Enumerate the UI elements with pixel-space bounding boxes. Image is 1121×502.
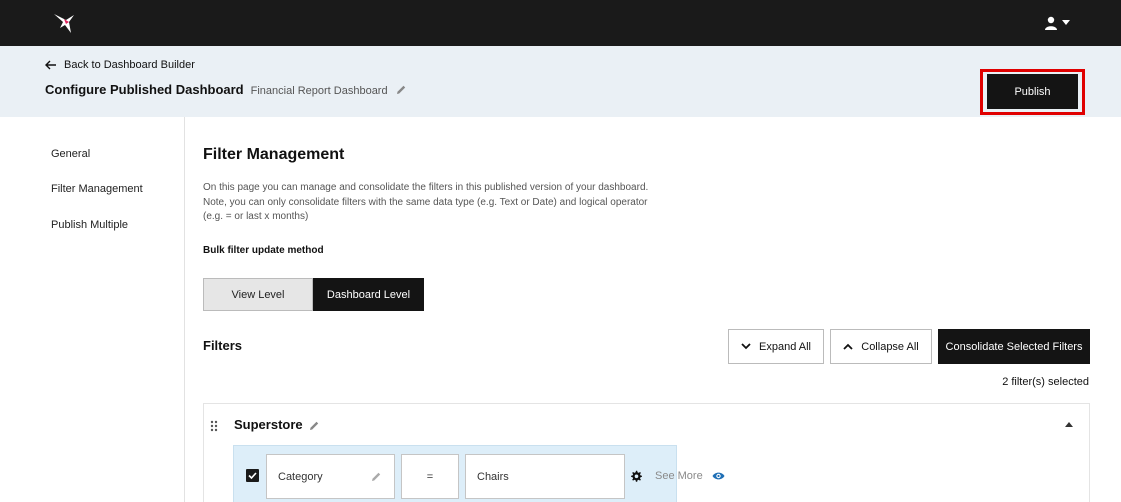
back-link[interactable]: Back to Dashboard Builder [45, 59, 195, 71]
dashboard-name: Financial Report Dashboard [250, 85, 388, 97]
filter-row: Category = Chairs [233, 445, 677, 502]
expand-all-label: Expand All [759, 340, 811, 353]
filter-group-title: Superstore [234, 417, 303, 432]
filter-field-input[interactable]: Category [266, 454, 395, 499]
selected-count: 2 filter(s) selected [1002, 376, 1089, 388]
bulk-method-label: Bulk filter update method [203, 245, 324, 256]
expand-all-button[interactable]: Expand All [728, 329, 824, 364]
filter-value-input[interactable]: Chairs [465, 454, 625, 499]
eye-icon[interactable] [712, 471, 725, 481]
chevron-down-icon [741, 343, 751, 350]
sidebar-item-general[interactable]: General [51, 148, 90, 160]
user-icon [1045, 16, 1057, 30]
chevron-up-icon [843, 343, 853, 350]
filters-heading: Filters [203, 338, 243, 353]
collapse-all-label: Collapse All [861, 340, 919, 353]
checkmark-icon [248, 472, 257, 479]
pencil-icon[interactable] [370, 471, 382, 483]
view-level-button[interactable]: View Level [203, 278, 313, 311]
top-bar [0, 0, 1121, 46]
gear-icon[interactable] [630, 470, 642, 482]
page-title: Configure Published Dashboard [45, 82, 244, 97]
title-row: Configure Published Dashboard Financial … [45, 82, 407, 97]
section-description: On this page you can manage and consolid… [203, 182, 649, 222]
filter-checkbox[interactable] [246, 469, 259, 482]
sidebar: General Filter Management Publish Multip… [0, 117, 185, 502]
sidebar-item-filter-management[interactable]: Filter Management [51, 183, 143, 195]
bulk-method-toggle: View Level Dashboard Level [203, 278, 424, 311]
pencil-icon[interactable] [395, 84, 407, 96]
back-link-label: Back to Dashboard Builder [64, 59, 195, 71]
collapse-all-button[interactable]: Collapse All [830, 329, 932, 364]
consolidate-filters-button[interactable]: Consolidate Selected Filters [938, 329, 1090, 364]
page-header: Back to Dashboard Builder Configure Publ… [0, 46, 1121, 117]
section-heading: Filter Management [203, 146, 345, 163]
filter-operator-select[interactable]: = [401, 454, 459, 499]
arrow-left-icon [45, 60, 56, 70]
pencil-icon[interactable] [308, 420, 320, 432]
filter-group-card: Superstore Category = Chairs See More [203, 403, 1090, 502]
hummingbird-logo-icon[interactable] [52, 11, 78, 35]
collapse-group-icon[interactable] [1065, 422, 1073, 427]
publish-button[interactable]: Publish [987, 74, 1078, 109]
chevron-down-icon [1062, 20, 1070, 25]
drag-handle-icon[interactable] [210, 420, 218, 432]
dashboard-level-button[interactable]: Dashboard Level [313, 278, 424, 311]
filter-field-value: Category [278, 470, 323, 483]
see-more-link[interactable]: See More [655, 470, 703, 482]
sidebar-item-publish-multiple[interactable]: Publish Multiple [51, 219, 128, 231]
user-menu[interactable] [1044, 13, 1076, 33]
